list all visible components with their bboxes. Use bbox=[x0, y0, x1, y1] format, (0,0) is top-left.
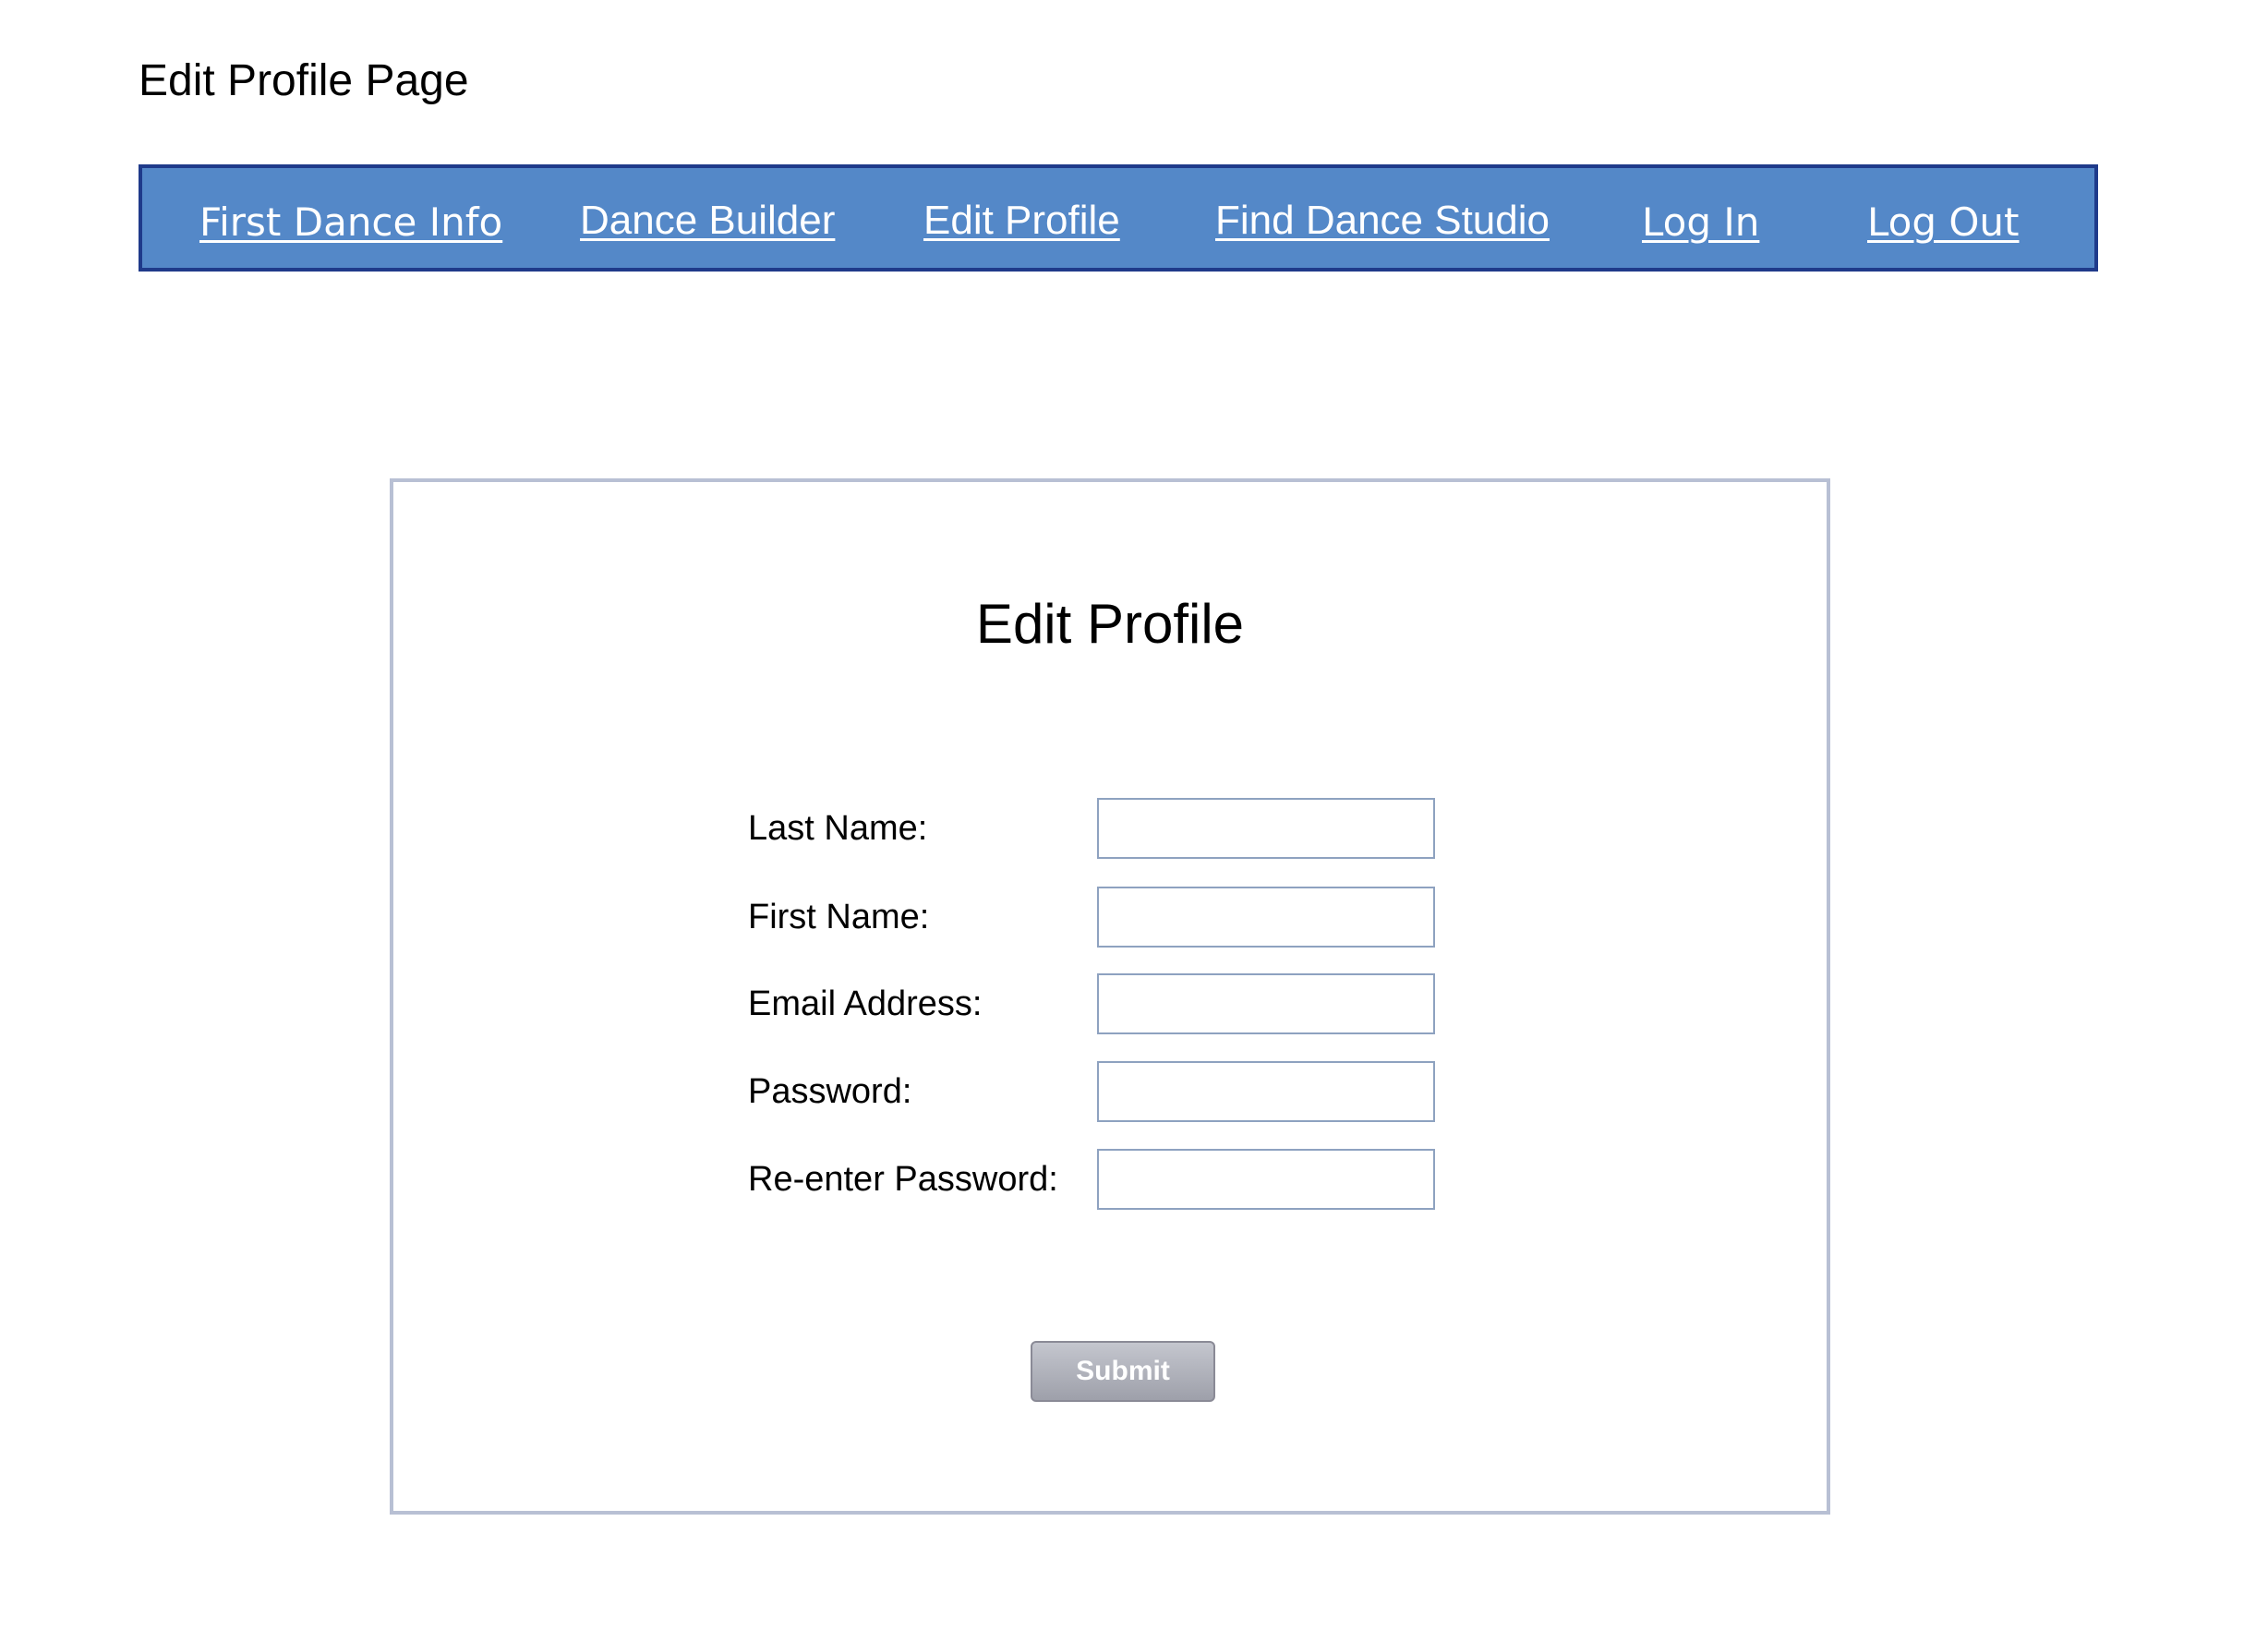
page-title: Edit Profile Page bbox=[139, 56, 469, 105]
nav-link-log-out[interactable]: Log Out bbox=[1867, 198, 2020, 248]
last-name-label: Last Name: bbox=[748, 809, 928, 848]
main-nav-bar: First Dance Info Dance Builder Edit Prof… bbox=[139, 164, 2098, 272]
password-label: Password: bbox=[748, 1072, 912, 1111]
form-heading: Edit Profile bbox=[975, 593, 1245, 655]
reenter-password-label: Re-enter Password: bbox=[748, 1160, 1058, 1199]
reenter-password-input[interactable] bbox=[1097, 1149, 1435, 1210]
password-input[interactable] bbox=[1097, 1061, 1435, 1122]
email-address-label: Email Address: bbox=[748, 984, 983, 1023]
nav-link-find-dance-studio[interactable]: Find Dance Studio bbox=[1215, 196, 1550, 246]
first-name-label: First Name: bbox=[748, 898, 930, 936]
email-address-input[interactable] bbox=[1097, 973, 1435, 1034]
nav-link-first-dance-info[interactable]: First Dance Info bbox=[199, 198, 502, 248]
nav-link-dance-builder[interactable]: Dance Builder bbox=[580, 196, 835, 246]
submit-button[interactable]: Submit bbox=[1031, 1341, 1215, 1402]
nav-link-log-in[interactable]: Log In bbox=[1642, 198, 1759, 248]
nav-link-edit-profile[interactable]: Edit Profile bbox=[923, 196, 1120, 246]
first-name-input[interactable] bbox=[1097, 887, 1435, 948]
edit-profile-form: Edit Profile Last Name: First Name: Emai… bbox=[390, 478, 1830, 1515]
last-name-input[interactable] bbox=[1097, 798, 1435, 859]
